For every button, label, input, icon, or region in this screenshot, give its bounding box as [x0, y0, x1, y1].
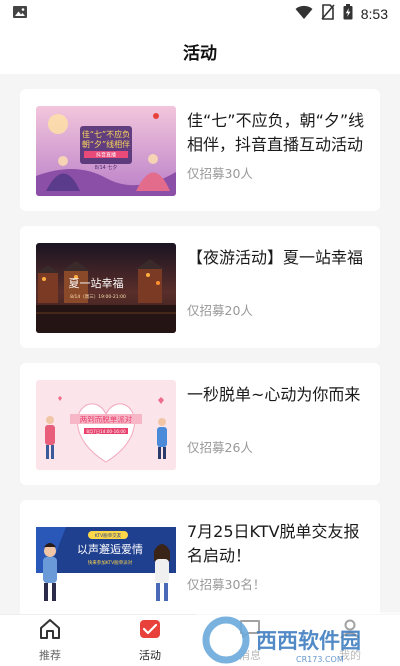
profile-icon	[338, 618, 362, 644]
activity-title: 佳“七”不应负，朝“夕”线相伴，抖音直播互动活动	[187, 111, 365, 154]
activity-quota: 仅招募26人	[187, 440, 253, 455]
poster-headline: 朝“夕”线相伴	[82, 139, 130, 149]
bottom-tab-bar: 推荐 活动 消息 我的	[0, 614, 400, 666]
tab-recommend[interactable]: 推荐	[0, 615, 100, 666]
tab-label: 消息	[239, 649, 261, 662]
poster-headline: 夏一站幸福	[69, 276, 124, 290]
activity-title: 一秒脱单~心动为你而来	[187, 385, 361, 404]
activity-title: 【夜游活动】夏一站幸福	[187, 248, 364, 267]
home-icon	[38, 618, 62, 644]
activity-quota: 仅招募30人	[187, 166, 253, 181]
activity-thumbnail[interactable]: KTV脱单交友 以声邂逅爱情 快来参加KTV脱单派对	[36, 517, 176, 607]
tab-profile[interactable]: 我的	[300, 615, 400, 666]
activity-card[interactable]: 夏一站幸福 8/14（周三）19:00-21:00 【夜游活动】夏一站幸福 仅招…	[20, 226, 380, 348]
activity-icon	[138, 618, 162, 644]
tab-label: 活动	[139, 649, 161, 662]
activity-thumbnail[interactable]: 佳“七”不应负 朝“夕”线相伴 抖音直播 8/14 七夕	[36, 106, 176, 196]
poster-headline: 佳“七”不应负	[82, 129, 130, 139]
poster-date: 8/14 七夕	[95, 164, 118, 171]
app-header: 活动	[0, 28, 400, 74]
dating-party-poster-image: 两到而脱单派对 8月7日14:00-16:00	[36, 380, 176, 470]
activity-card[interactable]: KTV脱单交友 以声邂逅爱情 快来参加KTV脱单派对 7月25日KTV脱单交友报…	[20, 500, 380, 614]
status-bar: 8:53	[0, 0, 400, 28]
activity-quota: 仅招募20人	[187, 303, 253, 318]
tab-label: 我的	[339, 649, 361, 662]
poster-headline: 两到而脱单派对	[80, 414, 133, 424]
tab-label: 推荐	[39, 649, 61, 662]
activity-list[interactable]: 佳“七”不应负 朝“夕”线相伴 抖音直播 8/14 七夕 佳“七”不应负，朝“夕…	[0, 74, 400, 614]
activity-quota: 仅招募30名！	[187, 577, 266, 592]
tab-messages[interactable]: 消息	[200, 615, 300, 666]
poster-headline: 以声邂逅爱情	[77, 542, 143, 556]
qixi-poster-image: 佳“七”不应负 朝“夕”线相伴 抖音直播 8/14 七夕	[36, 106, 176, 196]
poster-date: 8/14（周三）19:00-21:00	[70, 294, 126, 300]
message-icon	[238, 618, 262, 644]
activity-card[interactable]: 佳“七”不应负 朝“夕”线相伴 抖音直播 8/14 七夕 佳“七”不应负，朝“夕…	[20, 89, 380, 211]
no-sim-icon	[321, 4, 335, 24]
ktv-poster-image: KTV脱单交友 以声邂逅爱情 快来参加KTV脱单派对	[36, 517, 176, 607]
activity-thumbnail[interactable]: 两到而脱单派对 8月7日14:00-16:00	[36, 380, 176, 470]
activity-card[interactable]: 两到而脱单派对 8月7日14:00-16:00 一秒脱单~心动为你而来 仅招募2…	[20, 363, 380, 485]
image-icon	[12, 4, 28, 24]
status-time: 8:53	[360, 6, 388, 22]
page-title: 活动	[183, 43, 217, 64]
tab-activity[interactable]: 活动	[100, 615, 200, 666]
activity-title: 7月25日KTV脱单交友报名启动！	[187, 522, 360, 565]
poster-subtitle: 抖音直播	[96, 152, 116, 159]
poster-subtitle: 快来参加KTV脱单派对	[88, 559, 133, 566]
activity-thumbnail[interactable]: 夏一站幸福 8/14（周三）19:00-21:00	[36, 243, 176, 333]
poster-badge: KTV脱单交友	[95, 532, 122, 539]
wifi-icon	[295, 4, 313, 24]
battery-charging-icon	[343, 4, 353, 24]
night-tour-poster-image: 夏一站幸福 8/14（周三）19:00-21:00	[36, 243, 176, 333]
